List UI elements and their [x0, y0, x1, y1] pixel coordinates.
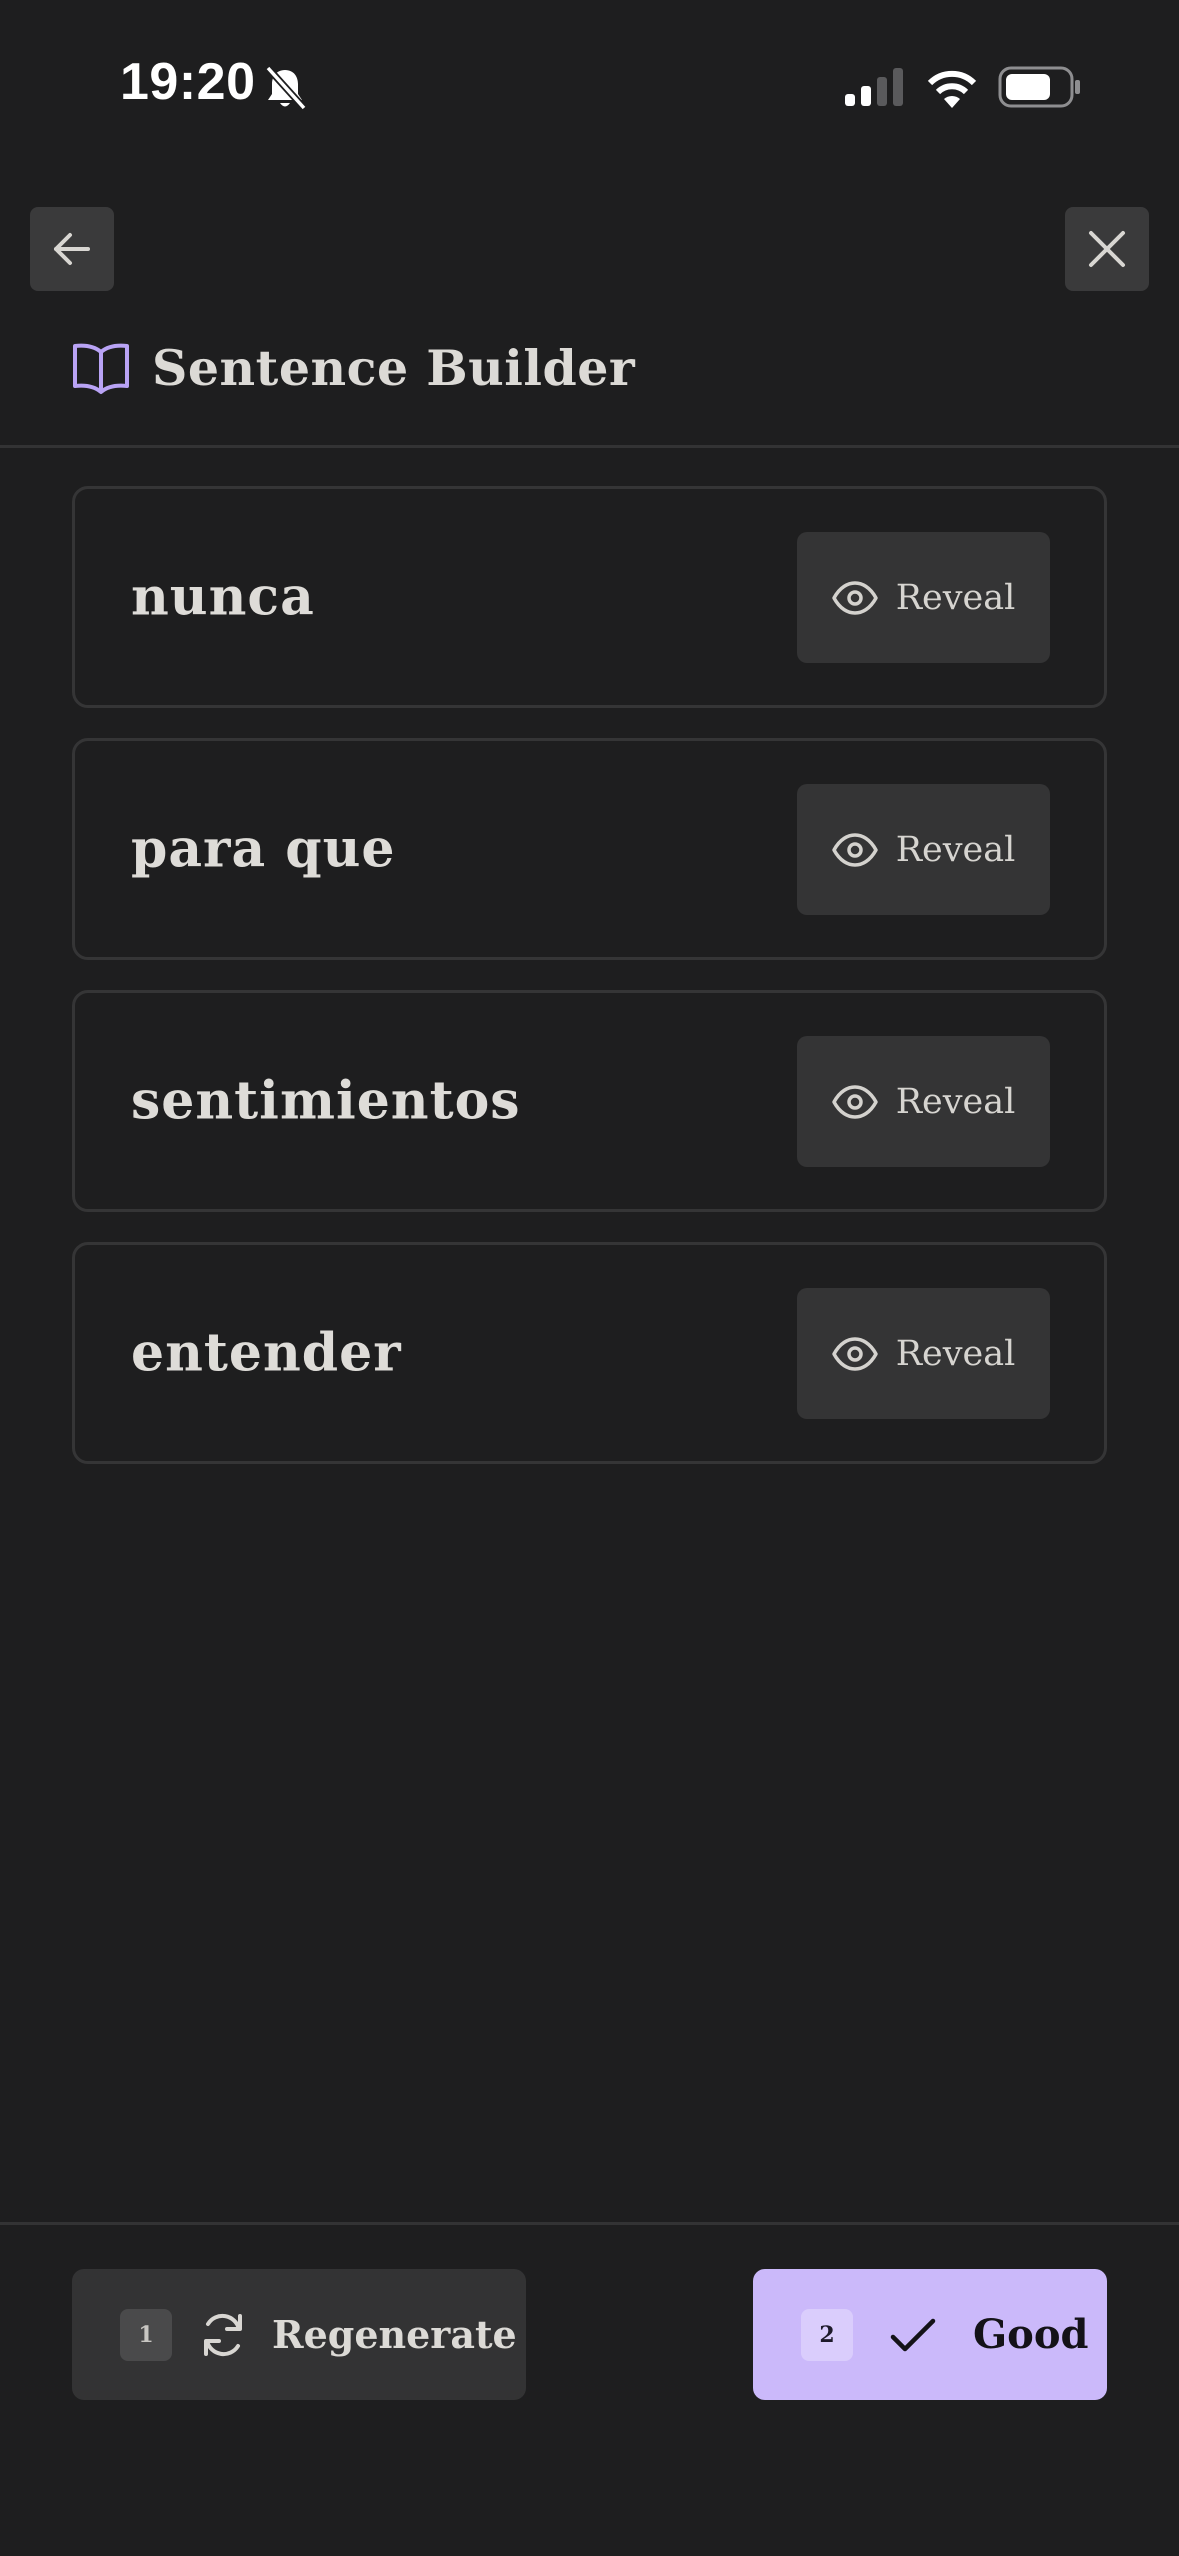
- eye-icon: [831, 1336, 878, 1371]
- cellular-signal-icon: [845, 68, 903, 106]
- eye-icon: [831, 832, 878, 867]
- status-bar: 19:20: [0, 0, 1179, 175]
- close-button[interactable]: [1065, 207, 1149, 291]
- page-title: Sentence Builder: [152, 339, 636, 397]
- battery-icon: [998, 66, 1080, 108]
- word-card: nunca Reveal: [72, 486, 1107, 708]
- reveal-button[interactable]: Reveal: [797, 1036, 1050, 1167]
- refresh-icon: [204, 2313, 242, 2356]
- shortcut-badge: 1: [120, 2308, 172, 2361]
- regenerate-button[interactable]: 1 Regenerate: [72, 2269, 526, 2400]
- good-label: Good: [973, 2311, 1089, 2358]
- book-open-icon: [73, 343, 129, 394]
- eye-icon: [831, 580, 878, 615]
- word-text: para que: [131, 818, 396, 880]
- word-text: sentimientos: [131, 1070, 521, 1132]
- close-icon: [1089, 231, 1125, 267]
- good-button[interactable]: 2 Good: [753, 2269, 1107, 2400]
- reveal-label: Reveal: [895, 1081, 1016, 1122]
- word-card: entender Reveal: [72, 1242, 1107, 1464]
- reveal-label: Reveal: [895, 577, 1016, 618]
- back-button[interactable]: [30, 207, 114, 291]
- status-time: 19:20: [120, 53, 256, 111]
- page-header: Sentence Builder: [72, 336, 635, 400]
- eye-icon: [831, 1084, 878, 1119]
- reveal-button[interactable]: Reveal: [797, 532, 1050, 663]
- reveal-button[interactable]: Reveal: [797, 1288, 1050, 1419]
- wifi-icon: [927, 70, 977, 108]
- header-divider: [0, 445, 1179, 448]
- regenerate-label: Regenerate: [272, 2312, 517, 2357]
- word-list: nunca Reveal para que Reveal sentimiento…: [72, 486, 1107, 1494]
- reveal-label: Reveal: [895, 829, 1016, 870]
- arrow-left-icon: [54, 233, 90, 265]
- footer-divider: [0, 2222, 1179, 2225]
- word-card: sentimientos Reveal: [72, 990, 1107, 1212]
- reveal-button[interactable]: Reveal: [797, 784, 1050, 915]
- bell-slash-icon: [265, 65, 307, 111]
- shortcut-badge: 2: [801, 2308, 853, 2361]
- check-icon: [890, 2318, 936, 2351]
- word-text: nunca: [131, 566, 315, 628]
- word-text: entender: [131, 1322, 402, 1384]
- reveal-label: Reveal: [895, 1333, 1016, 1374]
- word-card: para que Reveal: [72, 738, 1107, 960]
